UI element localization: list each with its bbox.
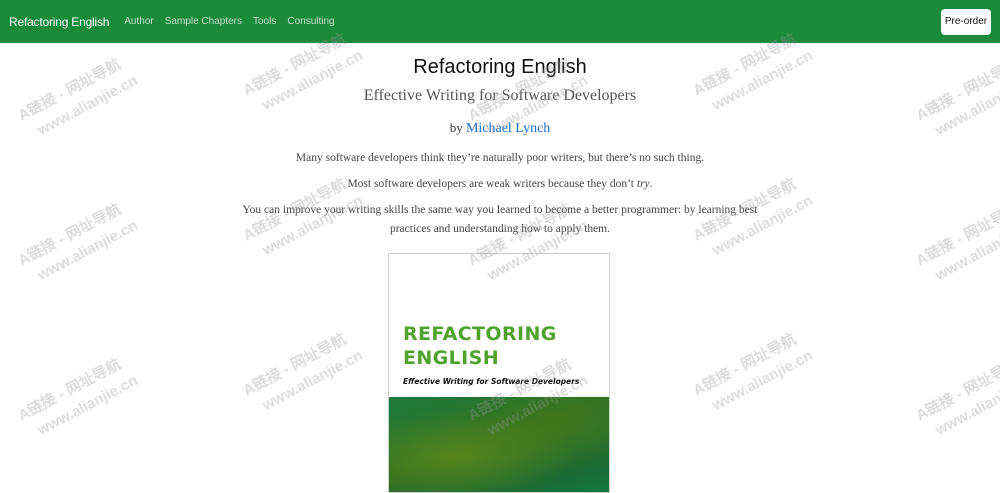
main-content: Refactoring English Effective Writing fo… bbox=[0, 43, 1000, 239]
watermark-mark: A链接 - 网址导航www.alianjie.cn bbox=[690, 330, 816, 415]
page-subtitle: Effective Writing for Software Developer… bbox=[363, 87, 637, 104]
watermark-text-1: A链接 - 网址导航 bbox=[240, 330, 349, 399]
nav-link-author[interactable]: Author bbox=[124, 16, 153, 27]
cover-art bbox=[389, 397, 609, 492]
watermark-text-2: www.alianjie.cn bbox=[259, 347, 366, 415]
watermark-text-2: www.alianjie.cn bbox=[34, 372, 141, 440]
nav-link-tools[interactable]: Tools bbox=[253, 16, 276, 27]
watermark-text-1: A链接 - 网址导航 bbox=[913, 355, 1000, 424]
watermark-text-2: www.alianjie.cn bbox=[932, 372, 1000, 440]
nav-link-sample-chapters[interactable]: Sample Chapters bbox=[165, 16, 242, 27]
watermark-text-2: www.alianjie.cn bbox=[709, 347, 816, 415]
intro-paragraph-1: Many software developers think they’re n… bbox=[295, 152, 705, 164]
byline-prefix: by bbox=[449, 120, 463, 135]
navbar: Refactoring English Author Sample Chapte… bbox=[0, 0, 1000, 43]
cover-title: REFACTORING ENGLISH bbox=[403, 322, 557, 370]
intro-p2-text: Most software developers are weak writer… bbox=[347, 178, 637, 190]
byline: by Michael Lynch bbox=[0, 119, 1000, 138]
intro-p2-period: . bbox=[649, 178, 653, 190]
brand-link[interactable]: Refactoring English bbox=[9, 15, 109, 29]
watermark-text-1: A链接 - 网址导航 bbox=[15, 355, 124, 424]
book-cover[interactable]: REFACTORING ENGLISH Effective Writing fo… bbox=[388, 253, 610, 493]
page-title: Refactoring English bbox=[413, 56, 587, 78]
cover-subtitle: Effective Writing for Software Developer… bbox=[403, 377, 580, 386]
intro-paragraph-3: You can improve your writing skills the … bbox=[242, 204, 758, 235]
author-link[interactable]: Michael Lynch bbox=[466, 121, 550, 136]
cover-title-line-2: ENGLISH bbox=[403, 347, 500, 369]
nav-link-consulting[interactable]: Consulting bbox=[287, 16, 334, 27]
watermark-mark: A链接 - 网址导航www.alianjie.cn bbox=[913, 355, 1000, 440]
preorder-button[interactable]: Pre-order bbox=[941, 8, 991, 35]
watermark-mark: A链接 - 网址导航www.alianjie.cn bbox=[240, 330, 366, 415]
watermark-mark: A链接 - 网址导航www.alianjie.cn bbox=[15, 355, 141, 440]
cover-title-line-1: REFACTORING bbox=[403, 323, 557, 345]
intro-p2-emphasis: try bbox=[636, 178, 650, 190]
watermark-text-1: A链接 - 网址导航 bbox=[690, 330, 799, 399]
intro-paragraph-2: Most software developers are weak writer… bbox=[240, 175, 760, 194]
